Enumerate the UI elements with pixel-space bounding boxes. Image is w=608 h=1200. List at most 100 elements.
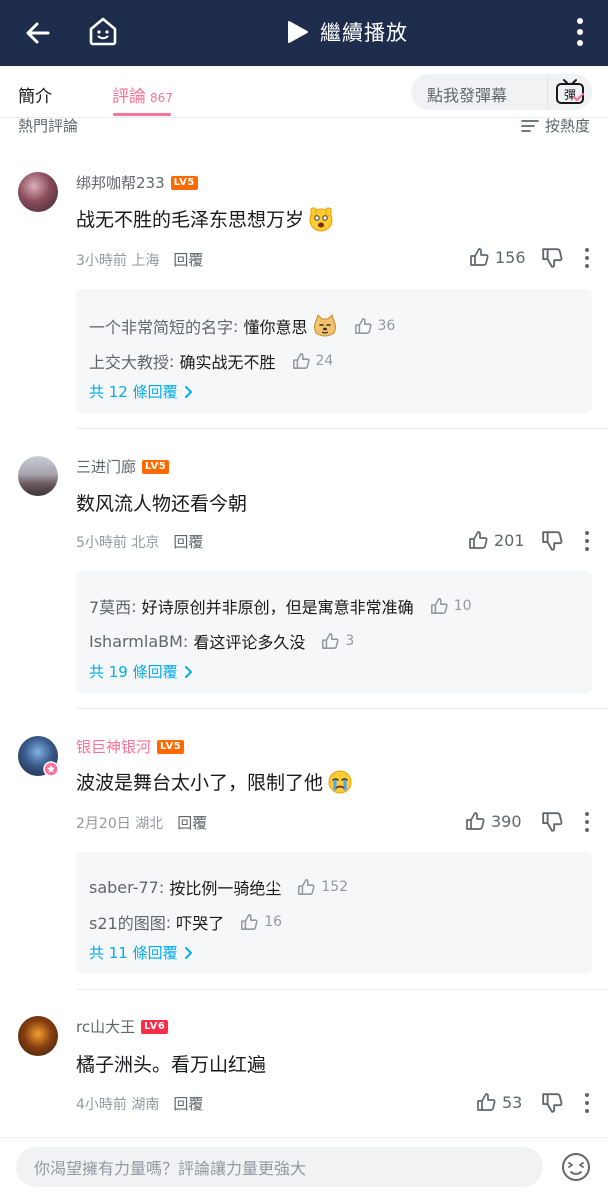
reply-preview-box[interactable]: 一个非常简短的名字: 懂你意思 36 上交大教授: 确实战无不胜 24 共 12… <box>76 289 592 413</box>
home-icon[interactable] <box>86 14 120 48</box>
reply-button[interactable]: 回覆 <box>173 1095 203 1113</box>
comment-input[interactable]: 你渴望擁有力量嗎？評論讓力量更強大 <box>16 1147 543 1187</box>
comment-time: 5小時前 <box>76 535 127 551</box>
chevron-right-icon <box>184 665 193 678</box>
reply-preview-box[interactable]: 7莫西: 好诗原创并非原创，但是寓意非常准确 10 IsharmlaBM: 看这… <box>76 571 592 693</box>
avatar[interactable] <box>18 456 58 496</box>
reply-item: saber-77: 按比例一骑绝尘 152 <box>89 875 348 899</box>
like-button[interactable]: 201 <box>468 530 525 550</box>
reply-like-button[interactable]: 152 <box>297 878 348 896</box>
username-text: rc山大王 <box>76 1018 136 1036</box>
avatar[interactable] <box>18 172 58 212</box>
like-button[interactable]: 390 <box>465 811 522 831</box>
reply-like-count: 36 <box>377 318 396 334</box>
danmaku-button-label: 彈 <box>564 88 576 102</box>
chevron-right-icon <box>184 946 193 959</box>
thumbs-up-icon <box>298 879 315 895</box>
thumbs-down-icon[interactable] <box>541 530 563 552</box>
reply-button[interactable]: 回覆 <box>177 814 207 832</box>
reply-like-count: 10 <box>453 598 472 614</box>
play-icon <box>288 21 308 43</box>
comment-username[interactable]: 银巨神银河 LV5 <box>76 736 185 757</box>
username-text: 三进门廊 <box>76 458 137 476</box>
level-badge: LV5 <box>142 459 170 474</box>
emoji-picker-icon[interactable] <box>560 1151 592 1183</box>
reply-preview-box[interactable]: saber-77: 按比例一骑绝尘 152 s21的图图: 吓哭了 16 共 1… <box>76 852 592 974</box>
reply-like-button[interactable]: 3 <box>321 632 354 650</box>
reply-like-button[interactable]: 24 <box>292 352 334 370</box>
more-options-icon[interactable] <box>566 14 594 50</box>
reply-username[interactable]: 一个非常简短的名字 <box>89 314 233 338</box>
thumbs-down-icon[interactable] <box>541 1092 563 1114</box>
reply-username[interactable]: s21的图图 <box>89 910 166 934</box>
thumbs-up-icon <box>466 812 485 830</box>
comment-more-icon[interactable] <box>580 247 594 269</box>
reply-username[interactable]: 上交大教授 <box>89 349 169 373</box>
reply-username[interactable]: 7莫西 <box>89 594 131 618</box>
like-button[interactable]: 53 <box>476 1092 522 1112</box>
view-more-replies-link[interactable]: 共 12 條回覆 <box>89 381 194 402</box>
sort-by-hot-button[interactable]: 按熱度 <box>521 115 590 136</box>
reply-like-button[interactable]: 16 <box>240 913 282 931</box>
reply-colon: : <box>169 351 180 371</box>
reply-item: 一个非常简短的名字: 懂你意思 36 <box>89 313 395 339</box>
view-more-replies-link[interactable]: 共 11 條回覆 <box>89 942 194 963</box>
thumbs-up-icon <box>354 318 372 334</box>
comment-time: 3小時前 <box>76 253 127 269</box>
danmaku-toggle-button[interactable]: 彈 <box>547 74 592 110</box>
back-arrow-icon[interactable] <box>22 17 54 49</box>
like-count: 53 <box>502 1092 523 1112</box>
level-badge: LV6 <box>141 1019 169 1034</box>
thumbs-up-icon <box>322 633 339 649</box>
divider <box>76 428 608 429</box>
reply-like-count: 24 <box>315 353 334 369</box>
reply-button[interactable]: 回覆 <box>173 533 203 551</box>
continue-play-button[interactable]: 繼續播放 <box>284 15 408 49</box>
more-replies-label: 共 12 條回覆 <box>89 383 178 401</box>
reply-colon: : <box>233 316 244 336</box>
thumbs-up-icon <box>470 248 489 266</box>
reply-item: s21的图图: 吓哭了 16 <box>89 910 282 934</box>
tab-intro[interactable]: 簡介 <box>18 82 52 107</box>
reply-like-count: 3 <box>345 633 355 649</box>
danmaku-input[interactable]: 點我發彈幕 彈 <box>411 74 592 110</box>
continue-play-label: 繼續播放 <box>320 21 408 45</box>
chevron-right-icon <box>184 385 193 398</box>
thumbs-up-icon <box>430 598 448 614</box>
reply-like-button[interactable]: 10 <box>430 597 472 615</box>
comment-more-icon[interactable] <box>580 811 594 833</box>
like-button[interactable]: 156 <box>469 247 526 267</box>
reply-username[interactable]: saber-77 <box>89 878 159 897</box>
comment-more-icon[interactable] <box>580 530 594 552</box>
comment-text: 数风流人物还看今朝 <box>76 489 247 516</box>
reply-text: 吓哭了 <box>176 914 225 933</box>
avatar[interactable] <box>18 1016 58 1056</box>
tab-comments[interactable]: 評論 867 <box>112 82 173 107</box>
view-more-replies-link[interactable]: 共 19 條回覆 <box>89 661 194 682</box>
reply-colon: : <box>182 631 194 651</box>
comment-username[interactable]: rc山大王 LV6 <box>76 1016 169 1037</box>
sort-label: 按熱度 <box>544 117 590 135</box>
sort-lines-icon <box>521 119 539 132</box>
reply-text: 看这评论多久没 <box>193 633 306 652</box>
comment-text: 波波是舞台太小了，限制了他 <box>76 768 353 795</box>
comment-username[interactable]: 绑邦咖帮233 LV5 <box>76 172 198 193</box>
comment-username[interactable]: 三进门廊 LV5 <box>76 456 170 477</box>
comment-location: 上海 <box>131 253 160 269</box>
reply-colon: : <box>131 596 142 616</box>
thumbs-down-icon[interactable] <box>541 247 563 269</box>
reply-like-button[interactable]: 36 <box>354 317 396 335</box>
comment-more-icon[interactable] <box>580 1092 594 1114</box>
reply-username[interactable]: IsharmlaBM <box>89 632 183 651</box>
more-replies-label: 共 19 條回覆 <box>89 663 178 681</box>
comment-text-content: 波波是舞台太小了，限制了他 <box>76 772 324 794</box>
reply-colon: : <box>158 877 170 897</box>
thumbs-down-icon[interactable] <box>541 811 563 833</box>
comment-meta: 2月20日 湖北 回覆 <box>76 812 207 833</box>
comment-time: 2月20日 <box>76 816 131 832</box>
comment-text: 战无不胜的毛泽东思想万岁 <box>76 205 334 232</box>
comment-location: 北京 <box>131 535 160 551</box>
like-count: 156 <box>495 247 526 267</box>
hot-comments-label: 熱門評論 <box>18 117 79 135</box>
reply-button[interactable]: 回覆 <box>173 251 203 269</box>
